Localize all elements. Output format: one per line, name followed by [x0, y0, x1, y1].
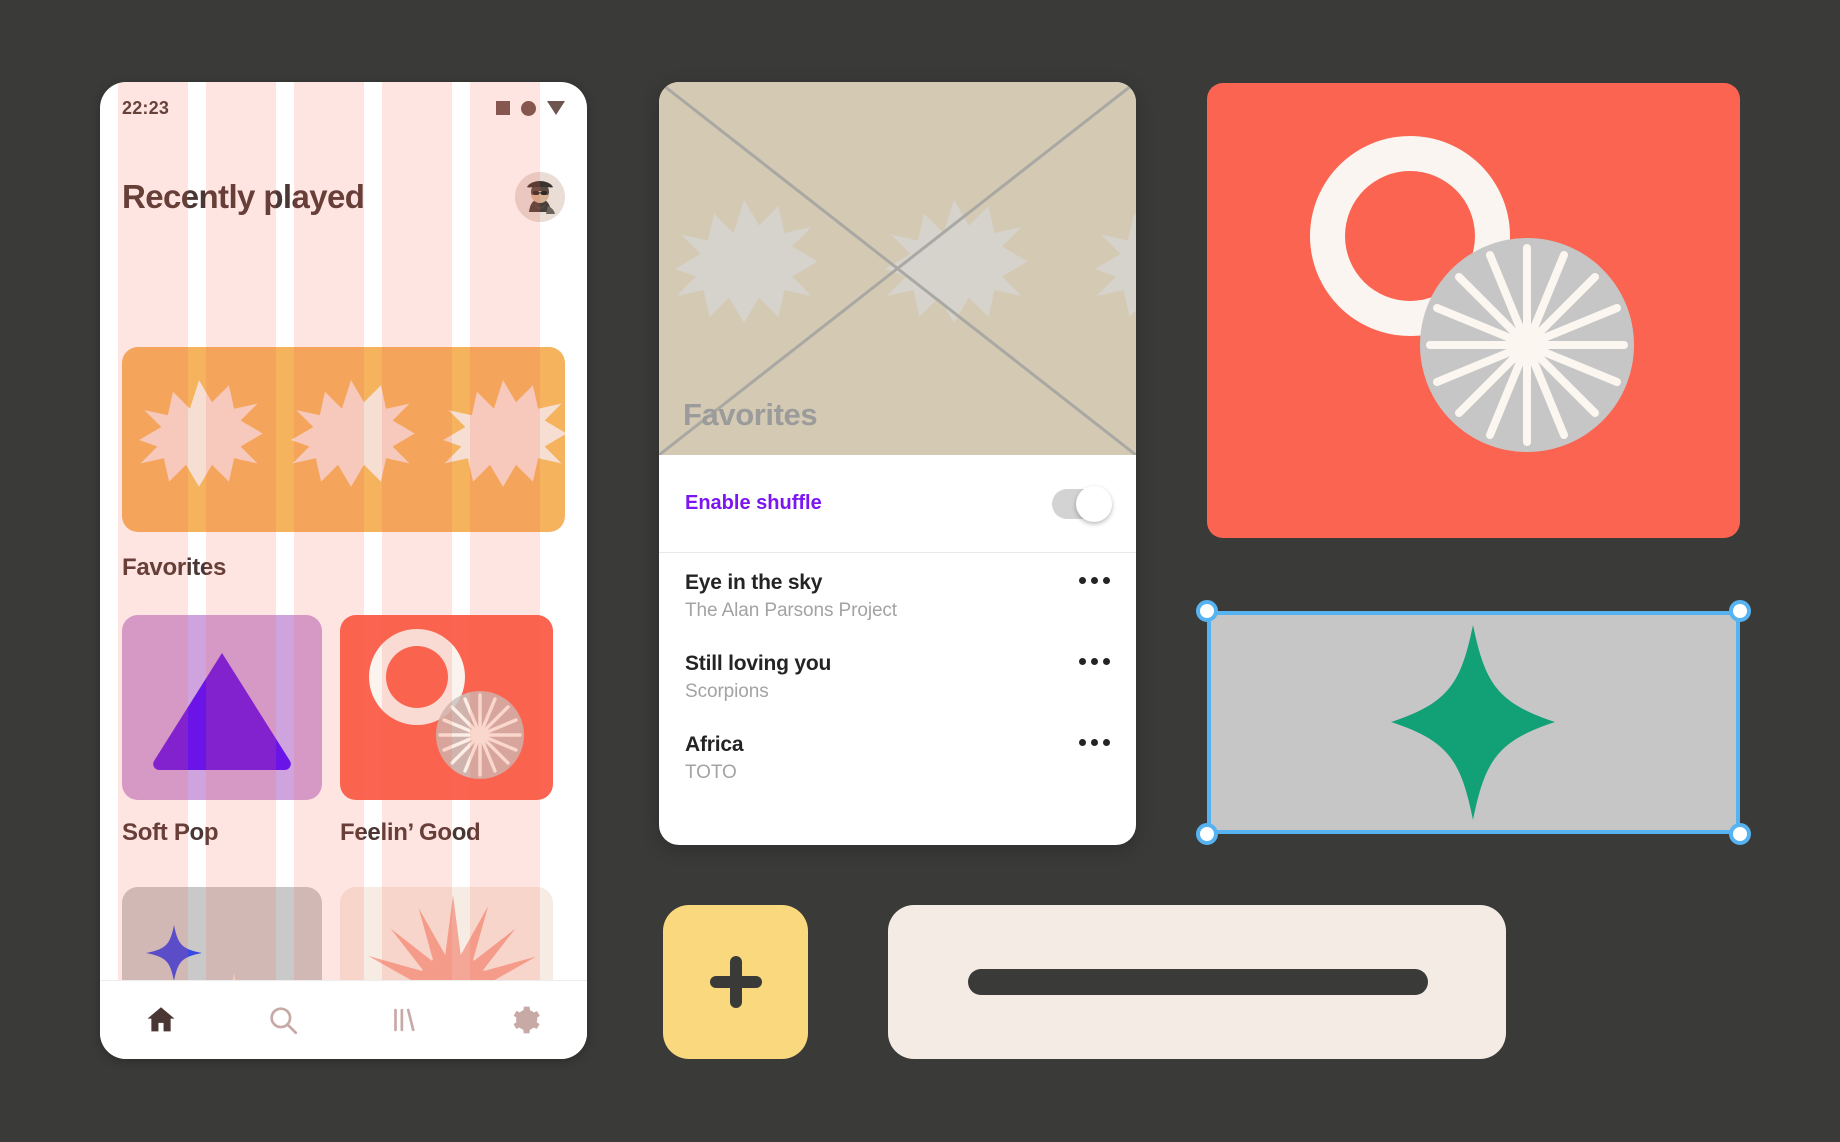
nav-search[interactable] [253, 997, 313, 1043]
track-artist: Scorpions [685, 681, 769, 702]
resize-handle-top-left[interactable] [1196, 600, 1218, 622]
tile-feelin-good[interactable] [340, 615, 553, 800]
phone-mockup: 22:23 Recently played Favorites Soft Pop… [100, 82, 587, 1059]
track-row[interactable]: Eye in the sky The Alan Parsons Project [659, 553, 1136, 634]
plus-icon [709, 956, 762, 1008]
status-icons [496, 100, 565, 116]
selected-object-wrapper[interactable] [1196, 600, 1751, 845]
nav-home[interactable] [131, 997, 191, 1043]
favorites-cover-placeholder: Favorites [659, 82, 1136, 455]
favorites-panel: Favorites Enable shuffle Eye in the sky … [659, 82, 1136, 845]
divider-line [968, 969, 1428, 995]
asterisk-burst-icon [438, 375, 565, 505]
ring-sunburst-artwork[interactable] [1207, 83, 1740, 538]
canvas: 22:23 Recently played Favorites Soft Pop… [0, 0, 1840, 1142]
shuffle-toggle[interactable] [1052, 485, 1112, 522]
resize-handle-bottom-right[interactable] [1729, 823, 1751, 845]
tile-soft-pop[interactable] [122, 615, 322, 800]
tile-label-feelin-good: Feelin’ Good [340, 819, 481, 846]
bottom-navigation [100, 980, 587, 1059]
track-title: Eye in the sky [685, 571, 823, 594]
tile-label-soft-pop: Soft Pop [122, 819, 219, 846]
asterisk-burst-icon [286, 375, 416, 505]
track-title: Still loving you [685, 652, 832, 675]
section-label-favorites: Favorites [122, 554, 227, 581]
track-artist: The Alan Parsons Project [685, 600, 897, 621]
resize-handle-top-right[interactable] [1729, 600, 1751, 622]
cover-title: Favorites [683, 397, 818, 432]
track-artist: TOTO [685, 762, 737, 783]
track-list: Eye in the sky The Alan Parsons Project … [659, 553, 1136, 796]
overflow-menu-icon[interactable] [1079, 658, 1110, 665]
page-header: Recently played [100, 160, 587, 234]
status-time: 22:23 [122, 97, 170, 118]
nav-settings[interactable] [496, 997, 556, 1043]
circle-icon [521, 100, 536, 116]
toggle-knob [1076, 485, 1112, 522]
enable-shuffle-label: Enable shuffle [685, 492, 822, 514]
track-row[interactable]: Africa TOTO [659, 715, 1136, 796]
recently-played-hero-card[interactable] [122, 347, 565, 532]
page-title: Recently played [122, 178, 365, 215]
track-title: Africa [685, 733, 744, 756]
divider-bar-card[interactable] [888, 905, 1506, 1059]
add-button[interactable] [663, 905, 808, 1059]
overflow-menu-icon[interactable] [1079, 739, 1110, 746]
triangle-down-icon [547, 101, 565, 115]
resize-handle-bottom-left[interactable] [1196, 823, 1218, 845]
avatar[interactable] [515, 172, 565, 222]
nav-library[interactable] [374, 997, 434, 1043]
enable-shuffle-row[interactable]: Enable shuffle [659, 455, 1136, 553]
status-bar: 22:23 [100, 82, 587, 134]
content-scroll[interactable]: Favorites Soft Pop Feelin’ Good [100, 247, 587, 1059]
asterisk-burst-icon [134, 375, 264, 505]
square-icon [496, 101, 510, 115]
selection-frame [1207, 611, 1740, 834]
overflow-menu-icon[interactable] [1079, 577, 1110, 584]
track-row[interactable]: Still loving you Scorpions [659, 634, 1136, 715]
